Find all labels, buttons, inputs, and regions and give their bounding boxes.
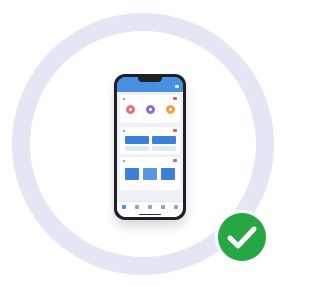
shortcut-icon: [169, 108, 172, 111]
phone-screen: [117, 77, 183, 217]
doc-icon: [161, 205, 165, 209]
stat-tile-2: [152, 136, 176, 144]
shortcut-button-3: [166, 105, 175, 114]
check-badge-svg: [215, 210, 269, 264]
shortcut-icon: [129, 108, 132, 111]
phone-notch: [138, 77, 162, 82]
more-icon: [173, 159, 177, 162]
phone-mockup: [114, 74, 186, 220]
shortcut-button-2: [146, 105, 155, 114]
user-icon: [174, 205, 178, 209]
check-circle-icon: [214, 209, 270, 265]
stat-tile-1: [125, 136, 149, 144]
section-marker-icon: [123, 98, 125, 100]
section-card-shortcuts: [120, 95, 180, 123]
tab-home: [118, 204, 130, 216]
task-tile-1: [125, 168, 139, 180]
section-marker-icon: [123, 130, 125, 132]
section-card-stats: [120, 127, 180, 154]
home-icon: [122, 205, 126, 209]
illustration: [0, 0, 287, 286]
section-marker-icon: [123, 160, 125, 162]
shortcut-button-1: [126, 105, 135, 114]
stat-tile-caption-1: [125, 146, 149, 151]
stat-tile-caption-2: [152, 146, 176, 151]
list-icon: [135, 205, 139, 209]
more-icon: [173, 97, 177, 100]
more-icon: [173, 129, 177, 132]
home-indicator: [139, 214, 161, 215]
shortcut-icon: [149, 108, 152, 111]
task-tile-3: [161, 168, 175, 180]
tab-user: [170, 204, 182, 216]
header-menu-icon: [175, 85, 179, 88]
check-badge-fill: [218, 213, 266, 261]
chart-icon: [148, 205, 152, 209]
section-card-tasks: [120, 157, 180, 190]
task-tile-2: [143, 168, 157, 180]
